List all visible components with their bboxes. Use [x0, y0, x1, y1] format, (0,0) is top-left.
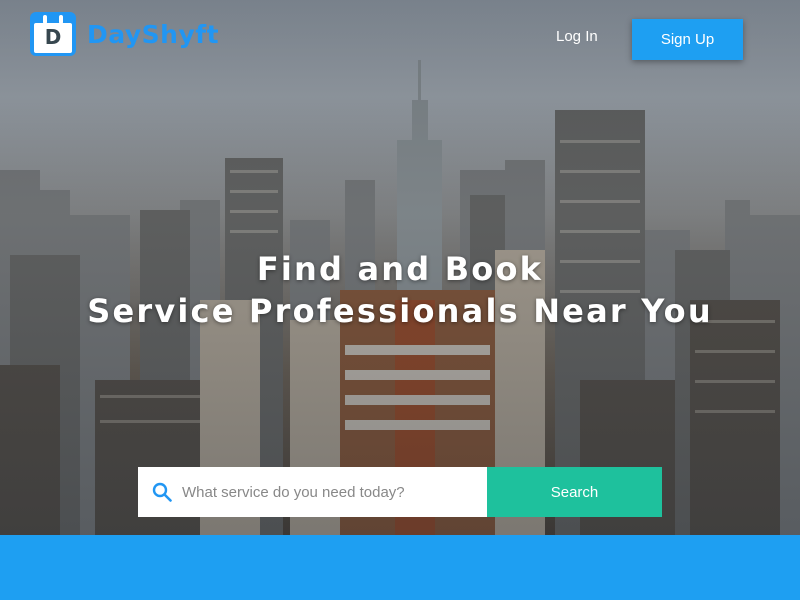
search-button[interactable]: Search: [487, 467, 662, 517]
calendar-logo-icon: D: [30, 12, 76, 56]
logo-letter: D: [44, 25, 62, 49]
hero-headline-line1: Find and Book: [256, 250, 544, 288]
search-field[interactable]: [138, 467, 487, 517]
login-link[interactable]: Log In: [556, 28, 598, 45]
hero-headline: Find and Book Service Professionals Near…: [0, 248, 800, 332]
hero-headline-line2: Service Professionals Near You: [87, 292, 713, 330]
brand-logo[interactable]: D DayShyft: [30, 12, 219, 56]
site-header: D DayShyft Log In Sign Up: [0, 0, 800, 80]
service-search-form: Search: [138, 467, 662, 517]
brand-name: DayShyft: [87, 19, 220, 49]
bottom-section-band: [0, 535, 800, 600]
signup-button[interactable]: Sign Up: [632, 19, 743, 60]
search-input[interactable]: [182, 467, 482, 517]
search-icon: [152, 482, 172, 502]
